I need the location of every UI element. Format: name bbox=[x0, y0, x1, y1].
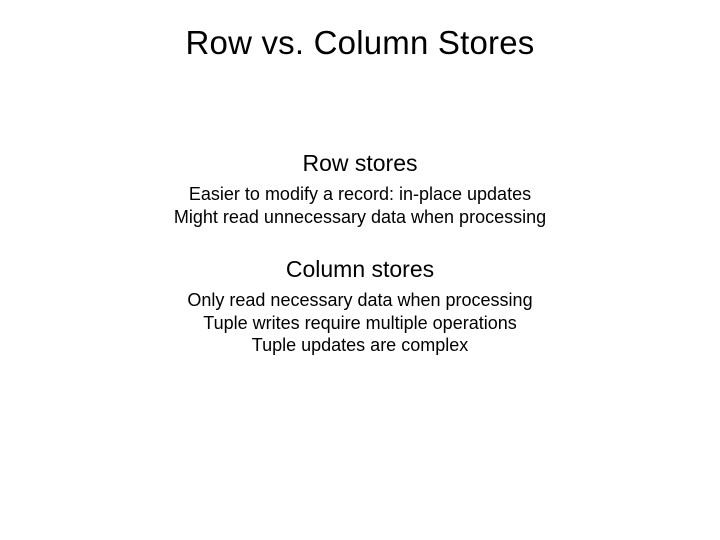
row-stores-line: Might read unnecessary data when process… bbox=[0, 206, 720, 229]
row-stores-block: Row stores Easier to modify a record: in… bbox=[0, 150, 720, 228]
column-stores-line: Only read necessary data when processing bbox=[0, 289, 720, 312]
column-stores-line: Tuple writes require multiple operations bbox=[0, 312, 720, 335]
row-stores-heading: Row stores bbox=[0, 150, 720, 177]
column-stores-heading: Column stores bbox=[0, 256, 720, 283]
row-stores-line: Easier to modify a record: in-place upda… bbox=[0, 183, 720, 206]
slide: Row vs. Column Stores Row stores Easier … bbox=[0, 0, 720, 540]
slide-title: Row vs. Column Stores bbox=[0, 0, 720, 62]
column-stores-block: Column stores Only read necessary data w… bbox=[0, 256, 720, 357]
column-stores-line: Tuple updates are complex bbox=[0, 334, 720, 357]
